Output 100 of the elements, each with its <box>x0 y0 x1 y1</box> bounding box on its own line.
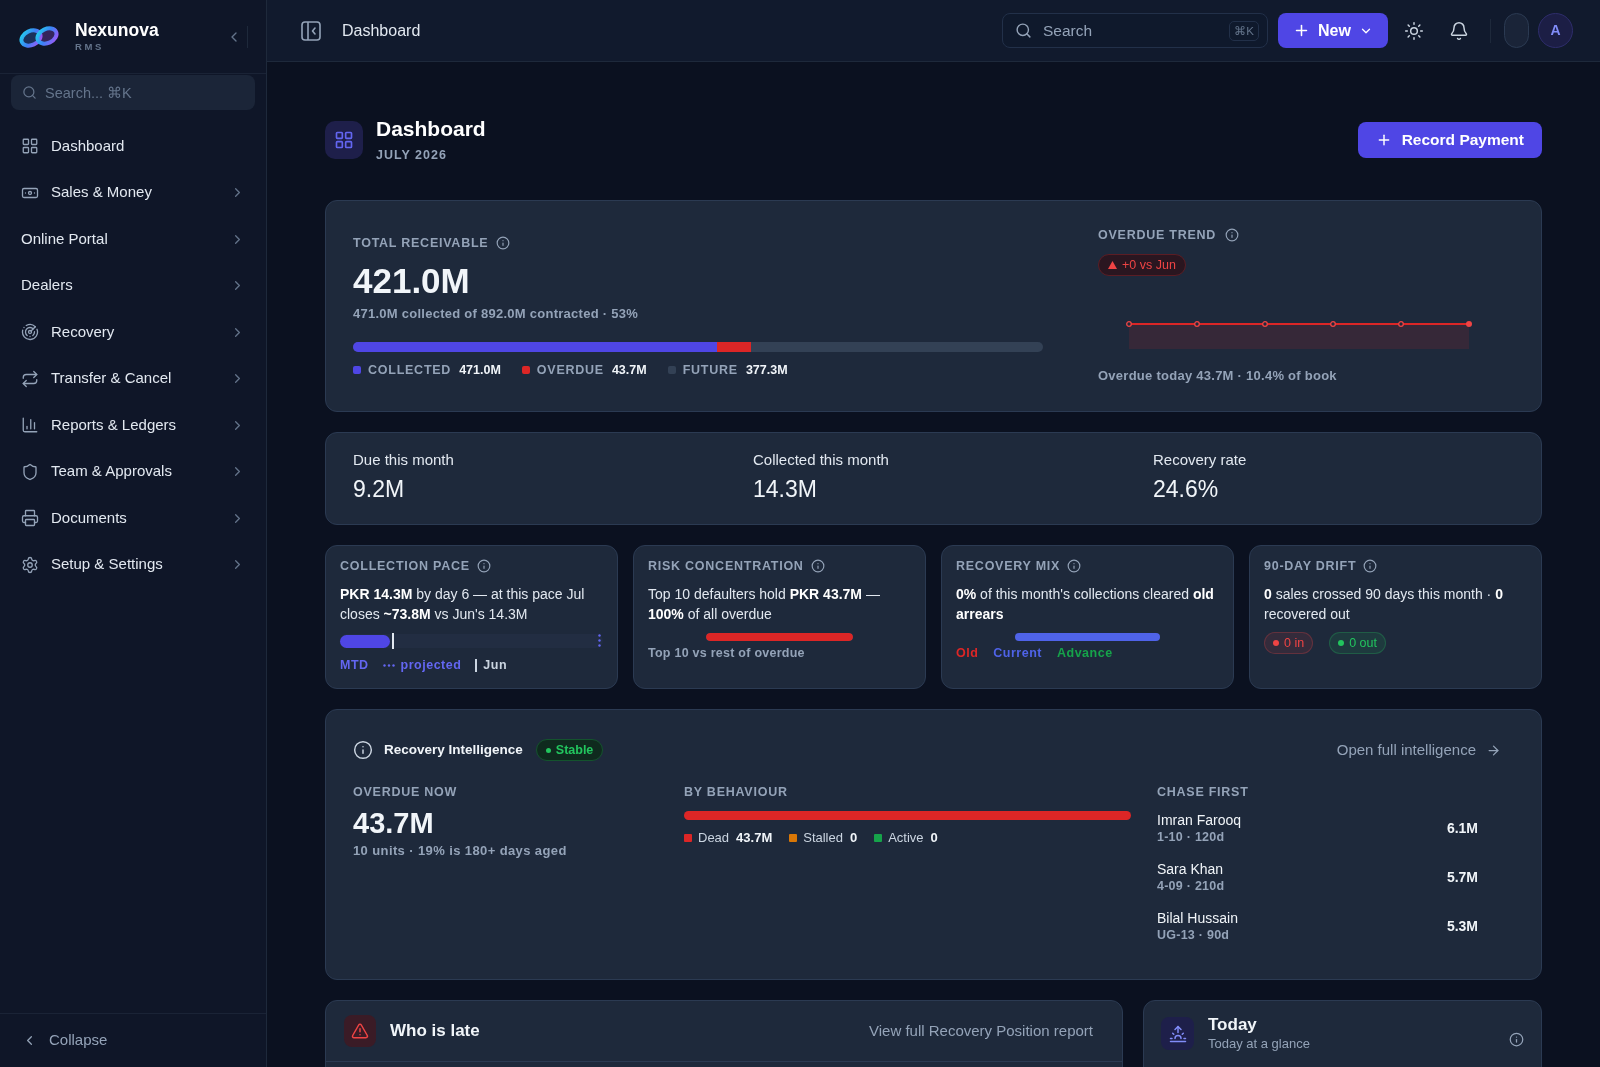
grid-icon <box>21 137 39 155</box>
debtor-amount: 5.7M <box>1446 867 1478 887</box>
debtor-name: Bilal Hussain <box>1157 909 1238 927</box>
legend-label: Advance <box>1057 645 1113 661</box>
kpi-label: Recovery rate <box>1153 450 1248 470</box>
printer-icon <box>21 509 39 527</box>
legend-label: FUTURE <box>682 361 738 378</box>
insight-text: Top 10 defaulters hold PKR 43.7M — 100% of all overdue <box>648 585 881 624</box>
insight-text: 0 sales crossed 90 days this month · 0 recovered out <box>1264 585 1504 624</box>
column-title: BY BEHAVIOUR <box>684 784 789 800</box>
legend-label: Stalled <box>803 830 843 846</box>
dotted-marker-icon <box>598 634 601 647</box>
legend-label: COLLECTED <box>368 361 452 378</box>
receivable-summary: 471.0M collected of 892.0M contracted · 53% <box>353 304 639 323</box>
info-icon <box>1509 1032 1524 1047</box>
legend-value: 377.3M <box>745 361 788 378</box>
section-title: Recovery Intelligence <box>384 740 523 759</box>
card-title: COLLECTION PACE <box>340 558 470 574</box>
overdue-value: 43.7M <box>353 806 435 840</box>
sun-icon[interactable] <box>1404 20 1424 41</box>
info-icon <box>1363 559 1378 573</box>
insight-text: PKR 14.3M by day 6 — at this pace Jul closes ~73.8M vs Jun's 14.3M <box>340 585 586 624</box>
status-text: Stable <box>555 741 594 759</box>
gear-icon <box>21 555 39 574</box>
panel-toggle-icon[interactable] <box>301 20 321 41</box>
legend-label: MTD <box>340 657 369 673</box>
receivable-value: 421.0M <box>353 260 471 301</box>
sunrise-icon <box>1161 1017 1194 1050</box>
page-subheading: JULY 2026 <box>376 147 448 163</box>
kpi-value: 24.6% <box>1153 475 1220 503</box>
legend-label: Jun <box>483 657 508 673</box>
record-payment-button[interactable]: Record Payment <box>1357 122 1542 158</box>
legend-value: 471.0M <box>459 361 501 378</box>
debtor-amount: 5.3M <box>1446 916 1478 936</box>
brand-name: Nexunova <box>75 20 159 41</box>
vertical-line-icon <box>475 658 478 672</box>
sidebar-item[interactable]: Sales & Money <box>11 172 255 213</box>
search-icon <box>1015 22 1032 39</box>
card-heading: Who is late <box>390 1020 480 1043</box>
bar-chart-icon <box>21 416 39 434</box>
card-title: RISK CONCENTRATION <box>648 558 804 574</box>
dotted-line-icon <box>382 663 395 667</box>
top-bar-title: Dashboard <box>342 20 421 41</box>
debtor-name: Sara Khan <box>1157 860 1225 878</box>
column-title: OVERDUE NOW <box>353 784 459 800</box>
bell-icon[interactable] <box>1449 20 1469 41</box>
sidebar-item[interactable]: Documents <box>11 498 255 538</box>
column-title: CHASE FIRST <box>1157 784 1250 800</box>
repeat-arrows-icon <box>21 369 39 388</box>
info-icon <box>476 559 491 573</box>
shortcut-hint: ⌘K <box>1229 21 1259 41</box>
legend-label: Active <box>888 830 924 846</box>
info-icon <box>496 235 511 250</box>
sidebar-item[interactable]: Dashboard <box>11 126 255 166</box>
legend-label: projected <box>400 657 462 673</box>
card-title: TOTAL RECEIVABLE <box>353 234 489 251</box>
legend-value: 0 <box>930 830 938 846</box>
info-icon <box>1225 228 1240 242</box>
recovery-report-link[interactable]: View full Recovery Position report <box>869 1019 1093 1043</box>
sidebar-item[interactable]: Setup & Settings <box>11 544 255 585</box>
kpi-value: 9.2M <box>353 475 406 503</box>
change-text: +0 vs Jun <box>1122 256 1176 274</box>
card-heading: Today <box>1208 1014 1258 1035</box>
collapse-button[interactable]: Collapse <box>22 1029 108 1052</box>
count-text: 0 in <box>1284 634 1305 652</box>
warning-icon <box>344 1015 376 1047</box>
legend-value: 43.7M <box>611 361 647 378</box>
shield-icon <box>21 462 39 481</box>
legend-label: Current <box>993 645 1042 661</box>
kpi-value: 14.3M <box>753 475 818 503</box>
sidebar-item[interactable]: Team & Approvals <box>11 451 255 492</box>
trend-caption: Overdue today 43.7M · 10.4% of book <box>1098 367 1338 385</box>
debtor-detail: 4-09 · 210d <box>1157 878 1225 894</box>
search-icon <box>22 85 37 100</box>
card-title: 90-DAY DRIFT <box>1264 558 1357 574</box>
count-text: 0 out <box>1349 634 1377 652</box>
avatar[interactable]: A <box>1538 13 1573 48</box>
arrow-right-icon <box>1486 742 1501 758</box>
up-triangle-icon <box>1108 261 1117 269</box>
info-icon <box>353 740 373 760</box>
page-heading: Dashboard <box>376 117 486 141</box>
new-button[interactable]: New <box>1278 13 1388 48</box>
sidebar-item[interactable]: Dealers <box>11 265 255 306</box>
sidebar-item[interactable]: Online Portal <box>11 219 255 259</box>
grid-icon <box>325 121 363 159</box>
card-title: RECOVERY MIX <box>956 558 1061 574</box>
debtor-detail: 1-10 · 120d <box>1157 829 1226 845</box>
risk-caption: Top 10 vs rest of overdue <box>648 645 806 661</box>
sidebar-search-field[interactable]: Search... ⌘K <box>11 75 255 110</box>
open-intelligence-link[interactable]: Open full intelligence <box>1336 738 1501 762</box>
sidebar-item[interactable]: Reports & Ledgers <box>11 405 255 445</box>
info-icon <box>1067 559 1082 573</box>
kpi-label: Collected this month <box>753 450 890 470</box>
card-title: OVERDUE TREND <box>1098 227 1217 243</box>
sidebar-item[interactable]: Transfer & Cancel <box>11 358 255 399</box>
sidebar-item[interactable]: Recovery <box>11 312 255 352</box>
radar-icon <box>21 323 39 341</box>
legend-label: Dead <box>698 830 730 846</box>
legend-value: 43.7M <box>736 830 773 846</box>
debtor-name: Imran Farooq <box>1157 811 1242 829</box>
